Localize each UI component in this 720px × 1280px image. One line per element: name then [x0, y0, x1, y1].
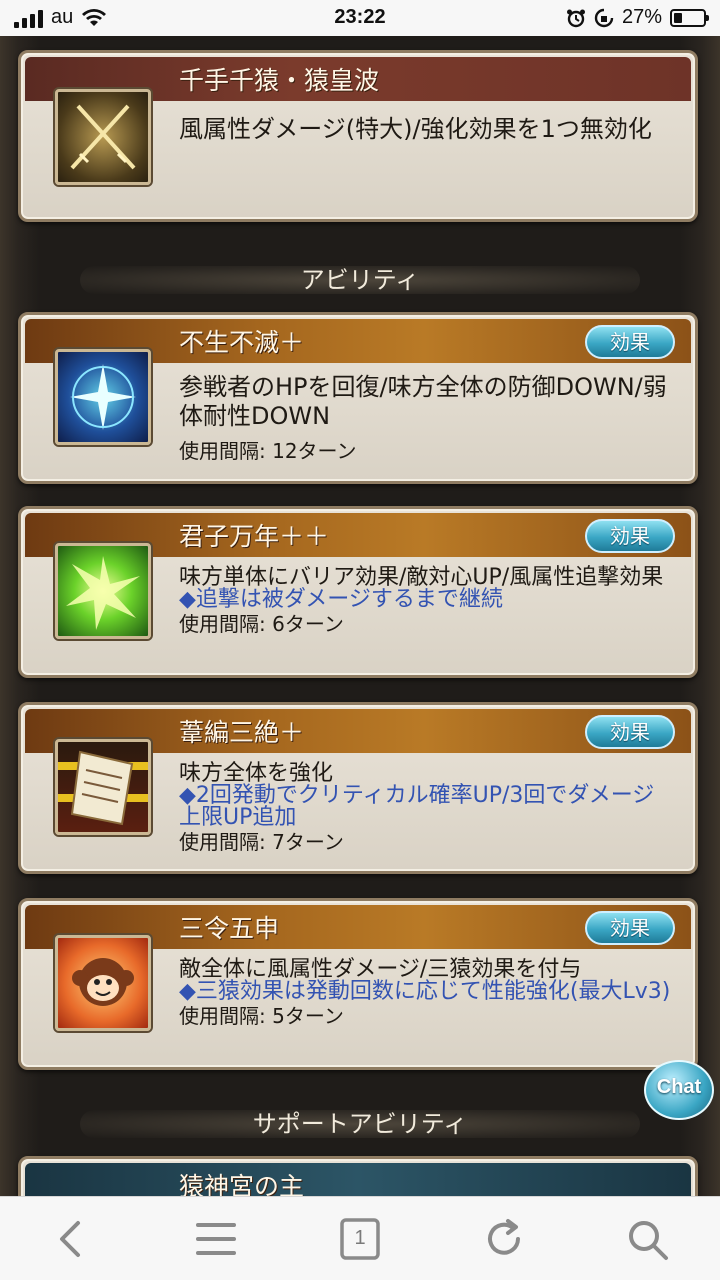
ability-note: ◆2回発動でクリティカル確率UP/3回でダメージ上限UP追加 — [179, 783, 655, 830]
ability-interval: 使用間隔: 7ターン — [179, 830, 344, 854]
ability-description: 味方単体にバリア効果/敵対心UP/風属性追撃効果 ◆追撃は被ダメージするまで継続… — [179, 565, 675, 636]
ability-title: 三令五申 — [179, 914, 280, 943]
support-card-header — [25, 1163, 691, 1196]
ability-description: 味方全体を強化 ◆2回発動でクリティカル確率UP/3回でダメージ上限UP追加 使… — [179, 761, 675, 854]
ability-effect-text: 敵全体に風属性ダメージ/三猿効果を付与 — [179, 957, 582, 982]
effect-button[interactable]: 効果 — [585, 325, 675, 359]
effect-button[interactable]: 効果 — [585, 519, 675, 553]
orientation-lock-icon — [594, 8, 614, 27]
battery-icon — [670, 8, 709, 27]
ability-card: 葦編三絶＋ 効果 味方全体を強化 ◆2回発動でクリティカル確率UP/3回でダメー… — [18, 702, 698, 874]
status-bar: au 23:22 27% — [0, 0, 720, 36]
sparkle-star-icon — [55, 349, 151, 445]
section-label-abilities: アビリティ — [80, 266, 640, 294]
monkey-icon — [55, 935, 151, 1031]
ability-interval: 使用間隔: 5ターン — [179, 1004, 344, 1028]
alarm-icon — [566, 9, 585, 27]
chat-button[interactable]: Chat — [644, 1060, 714, 1120]
ability-note: ◆三猿効果は発動回数に応じて性能強化(最大Lv3) — [179, 979, 671, 1004]
ability-interval: 使用間隔: 12ターン — [179, 439, 357, 463]
crossed-swords-icon — [55, 89, 151, 185]
green-burst-icon — [55, 543, 151, 639]
ability-description: 参戦者のHPを回復/味方全体の防御DOWN/弱体耐性DOWN 使用間隔: 12タ… — [179, 373, 675, 466]
support-ability-card: 猿神宮の主 — [18, 1156, 698, 1196]
effect-button[interactable]: 効果 — [585, 911, 675, 945]
ability-card: 不生不滅＋ 効果 参戦者のHPを回復/味方全体の防御DOWN/弱体耐性DOWN … — [18, 312, 698, 484]
ability-description: 敵全体に風属性ダメージ/三猿効果を付与 ◆三猿効果は発動回数に応じて性能強化(最… — [179, 957, 675, 1028]
ability-effect-text: 参戦者のHPを回復/味方全体の防御DOWN/弱体耐性DOWN — [179, 373, 667, 430]
ability-note: ◆追撃は被ダメージするまで継続 — [179, 587, 503, 612]
reload-icon[interactable] — [480, 1217, 528, 1261]
ability-interval: 使用間隔: 6ターン — [179, 612, 344, 636]
browser-toolbar: 1 — [0, 1196, 720, 1280]
ability-effect-text: 味方全体を強化 — [179, 761, 334, 786]
ability-title: 君子万年＋＋ — [179, 522, 330, 551]
effect-button[interactable]: 効果 — [585, 715, 675, 749]
ability-card: 三令五申 効果 敵全体に風属性ダメージ/三猿効果を付与 ◆三猿効果は発動回数に応… — [18, 898, 698, 1070]
skill-title: 千手千猿・猿皇波 — [179, 66, 380, 95]
tab-count: 1 — [354, 1227, 366, 1249]
scroll-icon — [55, 739, 151, 835]
menu-icon[interactable] — [192, 1217, 240, 1261]
skill-description: 風属性ダメージ(特大)/強化効果を1つ無効化 — [179, 115, 652, 143]
skill-card: 千手千猿・猿皇波 風属性ダメージ(特大)/強化効果を1つ無効化 — [18, 50, 698, 222]
section-label-support-abilities: サポートアビリティ — [80, 1110, 640, 1138]
search-icon[interactable] — [624, 1217, 672, 1261]
tabs-button[interactable]: 1 — [336, 1217, 384, 1261]
ability-effect-text: 味方単体にバリア効果/敵対心UP/風属性追撃効果 — [179, 565, 664, 590]
status-right: 27% — [566, 6, 709, 29]
ability-title: 葦編三絶＋ — [179, 718, 305, 747]
support-ability-title: 猿神宮の主 — [179, 1172, 305, 1196]
ability-title: 不生不滅＋ — [179, 328, 305, 357]
back-icon[interactable] — [48, 1217, 96, 1261]
ability-card: 君子万年＋＋ 効果 味方単体にバリア効果/敵対心UP/風属性追撃効果 ◆追撃は被… — [18, 506, 698, 678]
battery-percent: 27% — [621, 6, 662, 28]
game-content: 千手千猿・猿皇波 風属性ダメージ(特大)/強化効果を1つ無効化 アビリティ 不生… — [0, 36, 720, 1196]
